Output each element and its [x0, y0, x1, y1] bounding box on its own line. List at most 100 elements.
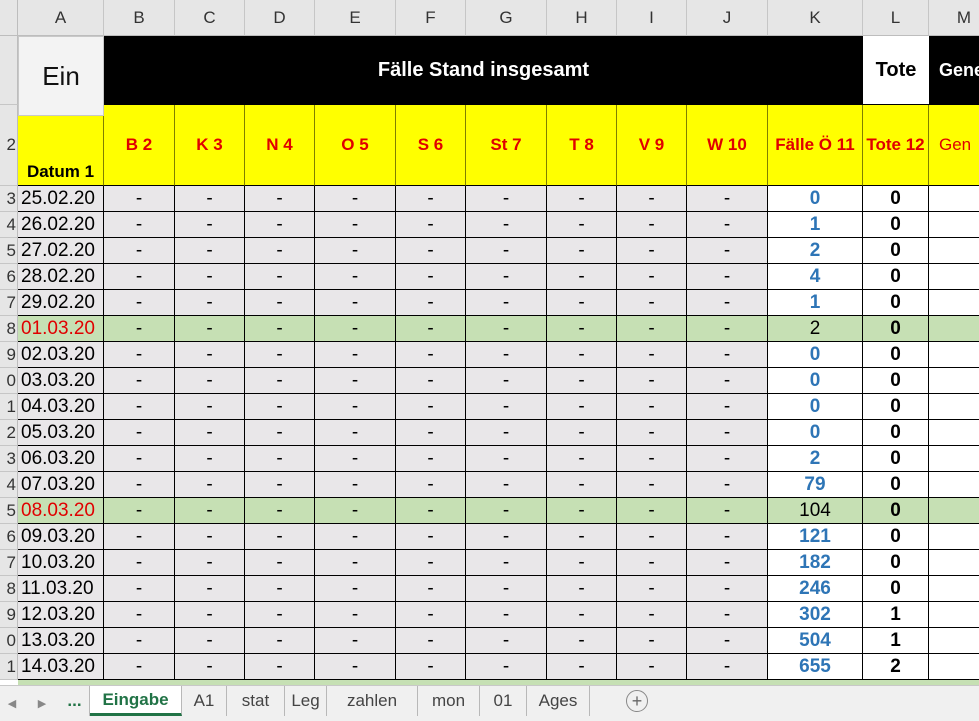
row-header[interactable]: 7 — [0, 550, 18, 576]
region-cell[interactable]: - — [245, 238, 315, 264]
region-cell[interactable]: - — [175, 446, 245, 472]
date-cell[interactable]: 04.03.20 — [18, 394, 104, 420]
region-cell[interactable]: - — [245, 498, 315, 524]
tote-cell[interactable]: 0 — [863, 472, 929, 498]
region-cell[interactable]: - — [617, 316, 687, 342]
column-header-j[interactable]: J — [687, 0, 768, 36]
region-cell[interactable]: - — [617, 264, 687, 290]
region-cell[interactable]: - — [396, 602, 466, 628]
region-cell[interactable]: - — [396, 524, 466, 550]
region-cell[interactable]: - — [245, 628, 315, 654]
faelle-cell[interactable]: 2 — [768, 238, 863, 264]
region-cell[interactable]: - — [315, 576, 396, 602]
tote-cell[interactable]: 0 — [863, 342, 929, 368]
region-cell[interactable]: - — [104, 186, 175, 212]
gen-cell[interactable]: 0 — [929, 394, 979, 420]
faelle-cell[interactable]: 1 — [768, 290, 863, 316]
column-header-g[interactable]: G — [466, 0, 547, 36]
region-cell[interactable]: - — [687, 628, 768, 654]
faelle-cell[interactable]: 0 — [768, 420, 863, 446]
gen-cell[interactable]: 2 — [929, 446, 979, 472]
region-cell[interactable]: - — [547, 394, 617, 420]
date-cell[interactable]: 08.03.20 — [18, 498, 104, 524]
region-cell[interactable]: - — [547, 472, 617, 498]
region-cell[interactable]: - — [104, 498, 175, 524]
row-header[interactable]: 3 — [0, 446, 18, 472]
date-cell[interactable]: 10.03.20 — [18, 550, 104, 576]
region-cell[interactable]: - — [687, 472, 768, 498]
region-cell[interactable]: - — [687, 524, 768, 550]
region-cell[interactable]: - — [547, 342, 617, 368]
region-cell[interactable]: - — [245, 394, 315, 420]
region-cell[interactable]: - — [396, 212, 466, 238]
region-cell[interactable]: - — [466, 576, 547, 602]
tote-cell[interactable]: 0 — [863, 498, 929, 524]
region-cell[interactable]: - — [547, 498, 617, 524]
row-header[interactable]: 1 — [0, 394, 18, 420]
region-cell[interactable]: - — [315, 550, 396, 576]
region-cell[interactable]: - — [466, 264, 547, 290]
region-cell[interactable]: - — [547, 628, 617, 654]
add-sheet-icon[interactable]: + — [626, 690, 648, 712]
tote-cell[interactable]: 0 — [863, 446, 929, 472]
faelle-cell[interactable]: 246 — [768, 576, 863, 602]
region-cell[interactable]: - — [315, 238, 396, 264]
faelle-cell[interactable]: 2 — [768, 316, 863, 342]
region-cell[interactable]: - — [245, 368, 315, 394]
gen-cell[interactable]: 6 — [929, 602, 979, 628]
region-cell[interactable]: - — [466, 654, 547, 680]
region-cell[interactable]: - — [315, 212, 396, 238]
region-cell[interactable]: - — [396, 628, 466, 654]
region-cell[interactable]: - — [396, 238, 466, 264]
region-cell[interactable]: - — [104, 628, 175, 654]
row-header[interactable]: 8 — [0, 576, 18, 602]
region-cell[interactable]: - — [466, 446, 547, 472]
date-cell[interactable]: 12.03.20 — [18, 602, 104, 628]
region-cell[interactable]: - — [466, 238, 547, 264]
region-cell[interactable]: - — [687, 498, 768, 524]
faelle-cell[interactable]: 655 — [768, 654, 863, 680]
region-cell[interactable]: - — [466, 524, 547, 550]
region-cell[interactable]: - — [617, 212, 687, 238]
region-cell[interactable]: - — [617, 628, 687, 654]
region-cell[interactable]: - — [104, 264, 175, 290]
region-cell[interactable]: - — [466, 186, 547, 212]
row-header[interactable]: 2 — [0, 105, 18, 186]
date-cell[interactable]: 09.03.20 — [18, 524, 104, 550]
gen-cell[interactable]: 0 — [929, 368, 979, 394]
region-cell[interactable]: - — [396, 576, 466, 602]
region-cell[interactable]: - — [175, 654, 245, 680]
row-header[interactable]: 0 — [0, 628, 18, 654]
region-cell[interactable]: - — [687, 420, 768, 446]
region-cell[interactable]: - — [687, 550, 768, 576]
region-cell[interactable]: - — [687, 186, 768, 212]
region-cell[interactable]: - — [104, 472, 175, 498]
region-cell[interactable]: - — [175, 368, 245, 394]
spreadsheet-grid[interactable]: A B C D E F G H I J K L M 2 Ein Fälle Stand insgesamt To… — [0, 0, 979, 685]
tote-cell[interactable]: 0 — [863, 524, 929, 550]
tote-cell[interactable]: 0 — [863, 550, 929, 576]
region-cell[interactable]: - — [315, 446, 396, 472]
region-cell[interactable]: - — [396, 316, 466, 342]
region-cell[interactable]: - — [245, 472, 315, 498]
region-cell[interactable]: - — [617, 472, 687, 498]
tote-cell[interactable]: 0 — [863, 420, 929, 446]
region-cell[interactable]: - — [617, 420, 687, 446]
sheet-tab-leg[interactable]: Leg — [285, 686, 327, 716]
tote-cell[interactable]: 0 — [863, 576, 929, 602]
tote-cell[interactable]: 0 — [863, 264, 929, 290]
region-cell[interactable]: - — [466, 212, 547, 238]
tote-cell[interactable]: 0 — [863, 238, 929, 264]
region-cell[interactable]: - — [687, 238, 768, 264]
region-cell[interactable]: - — [315, 394, 396, 420]
gen-cell[interactable]: 3 — [929, 524, 979, 550]
region-cell[interactable]: - — [466, 550, 547, 576]
gen-cell[interactable]: 0 — [929, 342, 979, 368]
region-cell[interactable]: - — [175, 602, 245, 628]
sheet-tab-ages[interactable]: Ages — [527, 686, 590, 716]
column-header-b[interactable]: B — [104, 0, 175, 36]
region-cell[interactable]: - — [466, 628, 547, 654]
region-cell[interactable]: - — [396, 472, 466, 498]
region-cell[interactable]: - — [617, 186, 687, 212]
region-cell[interactable]: - — [175, 576, 245, 602]
